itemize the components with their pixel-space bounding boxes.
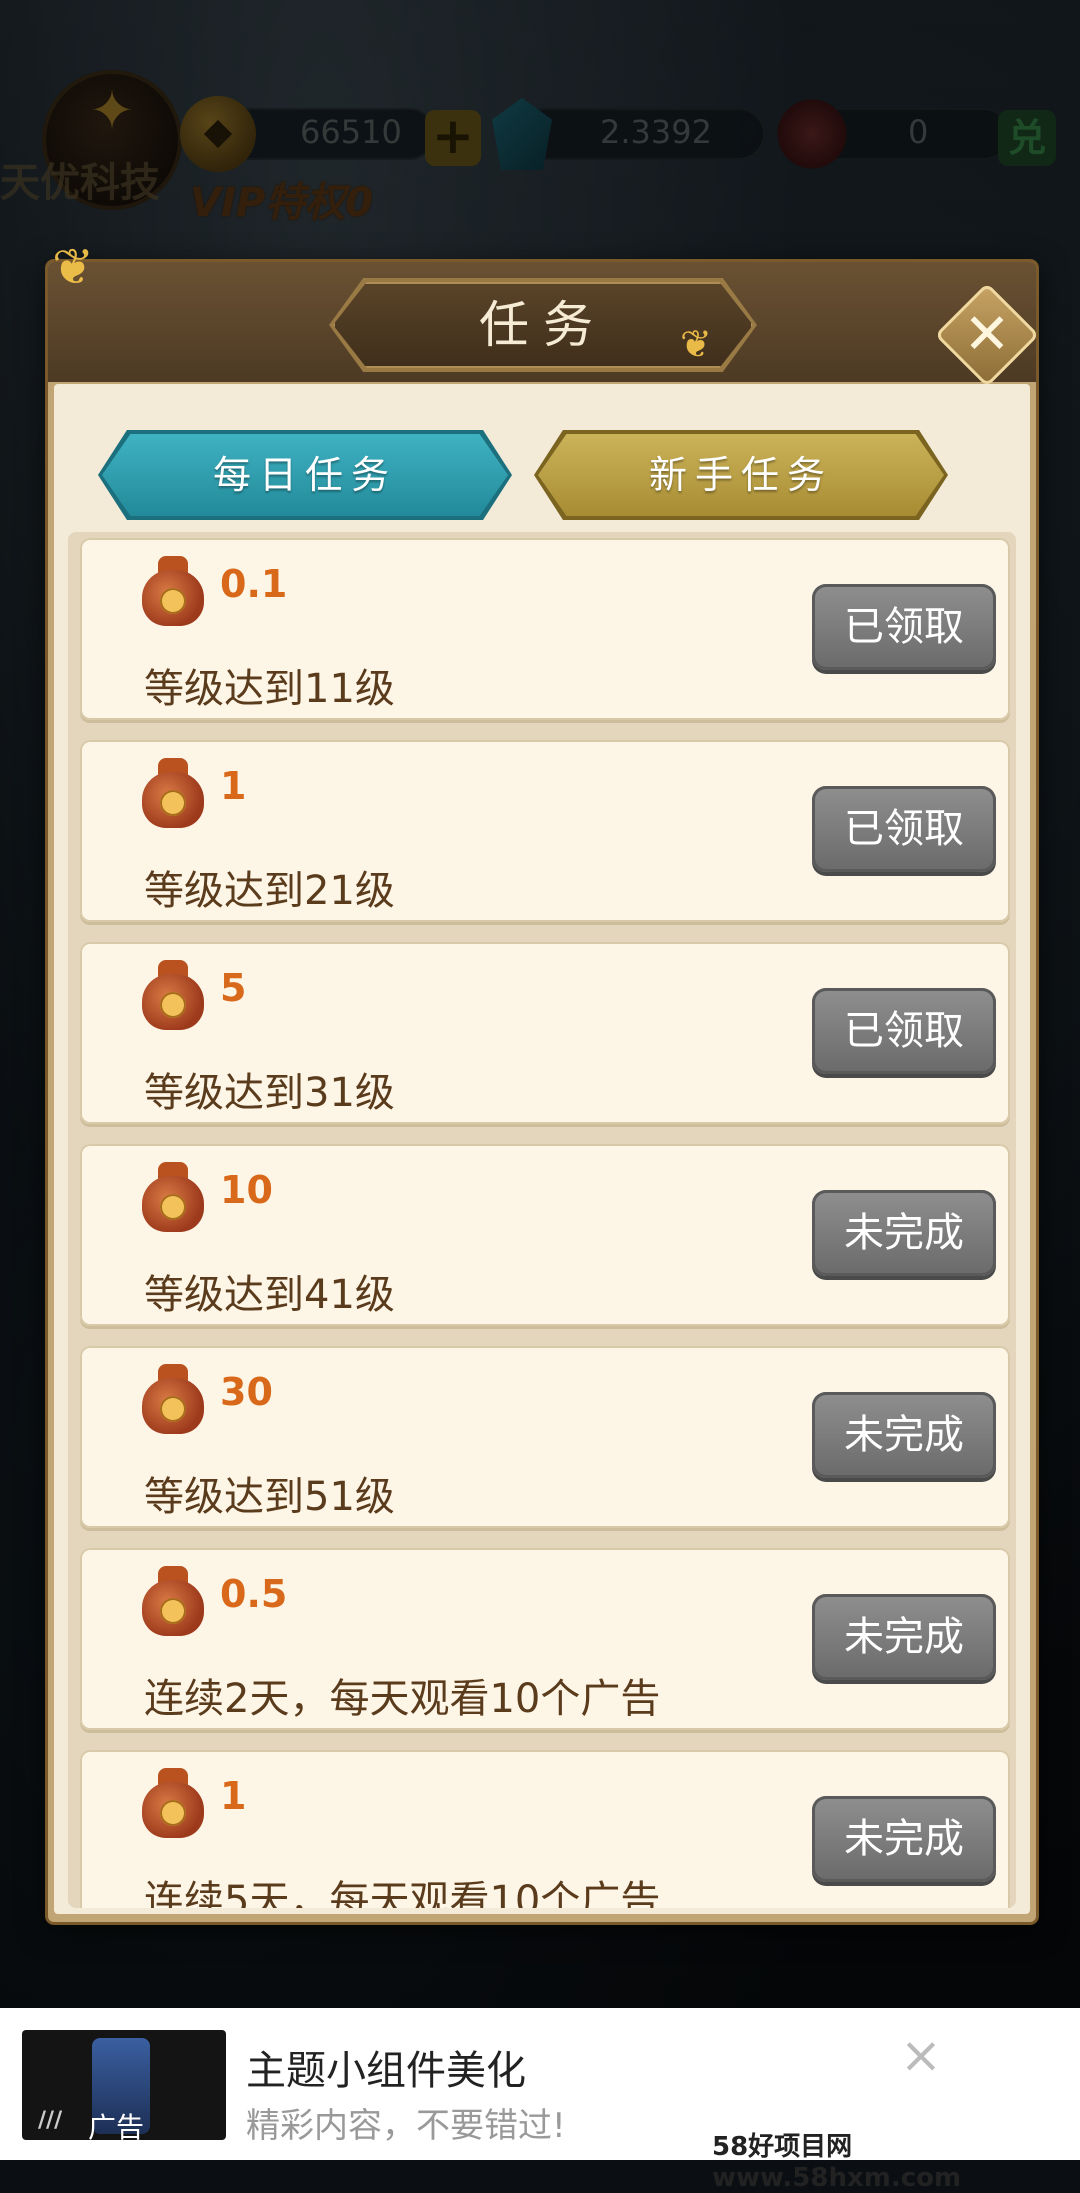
task-reward: 1 — [220, 764, 247, 808]
task-status-button[interactable]: 未完成 — [812, 1594, 996, 1680]
tab-daily-tasks[interactable]: 每日任务 — [98, 430, 512, 520]
task-reward: 5 — [220, 966, 247, 1010]
money-bag-icon — [142, 1766, 204, 1838]
butterfly-icon: ❦ — [52, 238, 94, 296]
ad-title[interactable]: 主题小组件美化 — [246, 2038, 526, 2096]
task-description: 连续5天，每天观看10个广告 — [144, 1878, 661, 1908]
task-item: 1 等级达到21级 已领取 — [80, 740, 1010, 922]
task-item: 0.5 连续2天，每天观看10个广告 未完成 — [80, 1548, 1010, 1730]
task-status-button[interactable]: 未完成 — [812, 1190, 996, 1276]
tab-daily-label: 每日任务 — [212, 453, 397, 497]
ad-close-icon[interactable]: × — [900, 2026, 942, 2084]
close-icon[interactable]: ✕ — [950, 298, 1024, 372]
ad-label: 广告 — [88, 2111, 145, 2144]
ad-subtitle: 精彩内容，不要错过! — [246, 2106, 566, 2146]
dialog-body: 每日任务 新手任务 0.1 等级达到11级 已领取 1 等级达到21级 已领取 — [54, 384, 1030, 1914]
butterfly-icon: ❦ — [680, 322, 712, 366]
task-reward: 30 — [220, 1370, 273, 1414]
task-reward: 1 — [220, 1774, 247, 1818]
task-item: 5 等级达到31级 已领取 — [80, 942, 1010, 1124]
task-description: 等级达到51级 — [144, 1474, 395, 1520]
task-item: 1 连续5天，每天观看10个广告 未完成 — [80, 1750, 1010, 1908]
task-item: 10 等级达到41级 未完成 — [80, 1144, 1010, 1326]
tab-newbie-tasks[interactable]: 新手任务 — [534, 430, 948, 520]
task-item: 0.1 等级达到11级 已领取 — [80, 538, 1010, 720]
task-description: 等级达到41级 — [144, 1272, 395, 1318]
task-reward: 0.5 — [220, 1572, 288, 1616]
task-description: 等级达到11级 — [144, 666, 395, 712]
money-bag-icon — [142, 1564, 204, 1636]
task-list[interactable]: 0.1 等级达到11级 已领取 1 等级达到21级 已领取 5 等级达到31级 … — [68, 532, 1016, 1908]
tab-newbie-label: 新手任务 — [648, 453, 833, 497]
task-status-button[interactable]: 已领取 — [812, 786, 996, 872]
money-bag-icon — [142, 1362, 204, 1434]
money-bag-icon — [142, 756, 204, 828]
task-reward: 0.1 — [220, 562, 288, 606]
task-item: 30 等级达到51级 未完成 — [80, 1346, 1010, 1528]
task-status-button[interactable]: 已领取 — [812, 584, 996, 670]
task-status-button[interactable]: 已领取 — [812, 988, 996, 1074]
task-description: 连续2天，每天观看10个广告 — [144, 1676, 661, 1722]
task-reward: 10 — [220, 1168, 273, 1212]
ad-thumbnail[interactable]: /// 广告 — [22, 2030, 226, 2144]
money-bag-icon — [142, 554, 204, 626]
task-status-button[interactable]: 未完成 — [812, 1796, 996, 1882]
money-bag-icon — [142, 958, 204, 1030]
task-status-button[interactable]: 未完成 — [812, 1392, 996, 1478]
task-description: 等级达到31级 — [144, 1070, 395, 1116]
money-bag-icon — [142, 1160, 204, 1232]
task-description: 等级达到21级 — [144, 868, 395, 914]
task-dialog: 任务 ✕ ❦ ❦ 每日任务 新手任务 0.1 等级达到11级 已领取 1 等级达 — [48, 238, 1040, 1922]
ad-network-logo-icon: /// — [38, 2108, 63, 2133]
